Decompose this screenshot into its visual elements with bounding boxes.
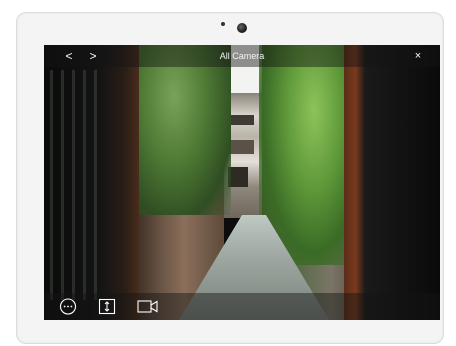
- video-camera-icon: [137, 300, 158, 313]
- viewfinder-left-ivy: [136, 45, 231, 215]
- window-title: All Camera: [219, 51, 265, 61]
- more-options-icon: [59, 298, 77, 315]
- camera-toolbar: [44, 293, 440, 320]
- close-button[interactable]: ×: [411, 49, 425, 63]
- switch-camera-icon: [98, 298, 116, 315]
- title-bar: < > All Camera ×: [44, 45, 440, 67]
- viewfinder-door-grille: [50, 70, 105, 300]
- switch-camera-button[interactable]: [97, 297, 117, 316]
- front-sensor: [221, 22, 225, 26]
- back-button[interactable]: <: [62, 48, 76, 64]
- viewfinder-right-door: [344, 45, 440, 320]
- app-window: < > All Camera ×: [44, 45, 440, 320]
- forward-button[interactable]: >: [86, 48, 100, 64]
- viewfinder-doorway: [228, 167, 248, 187]
- camera-viewfinder[interactable]: [44, 45, 440, 320]
- more-options-button[interactable]: [58, 297, 78, 316]
- video-mode-button[interactable]: [136, 297, 160, 316]
- front-camera-lens: [237, 23, 247, 33]
